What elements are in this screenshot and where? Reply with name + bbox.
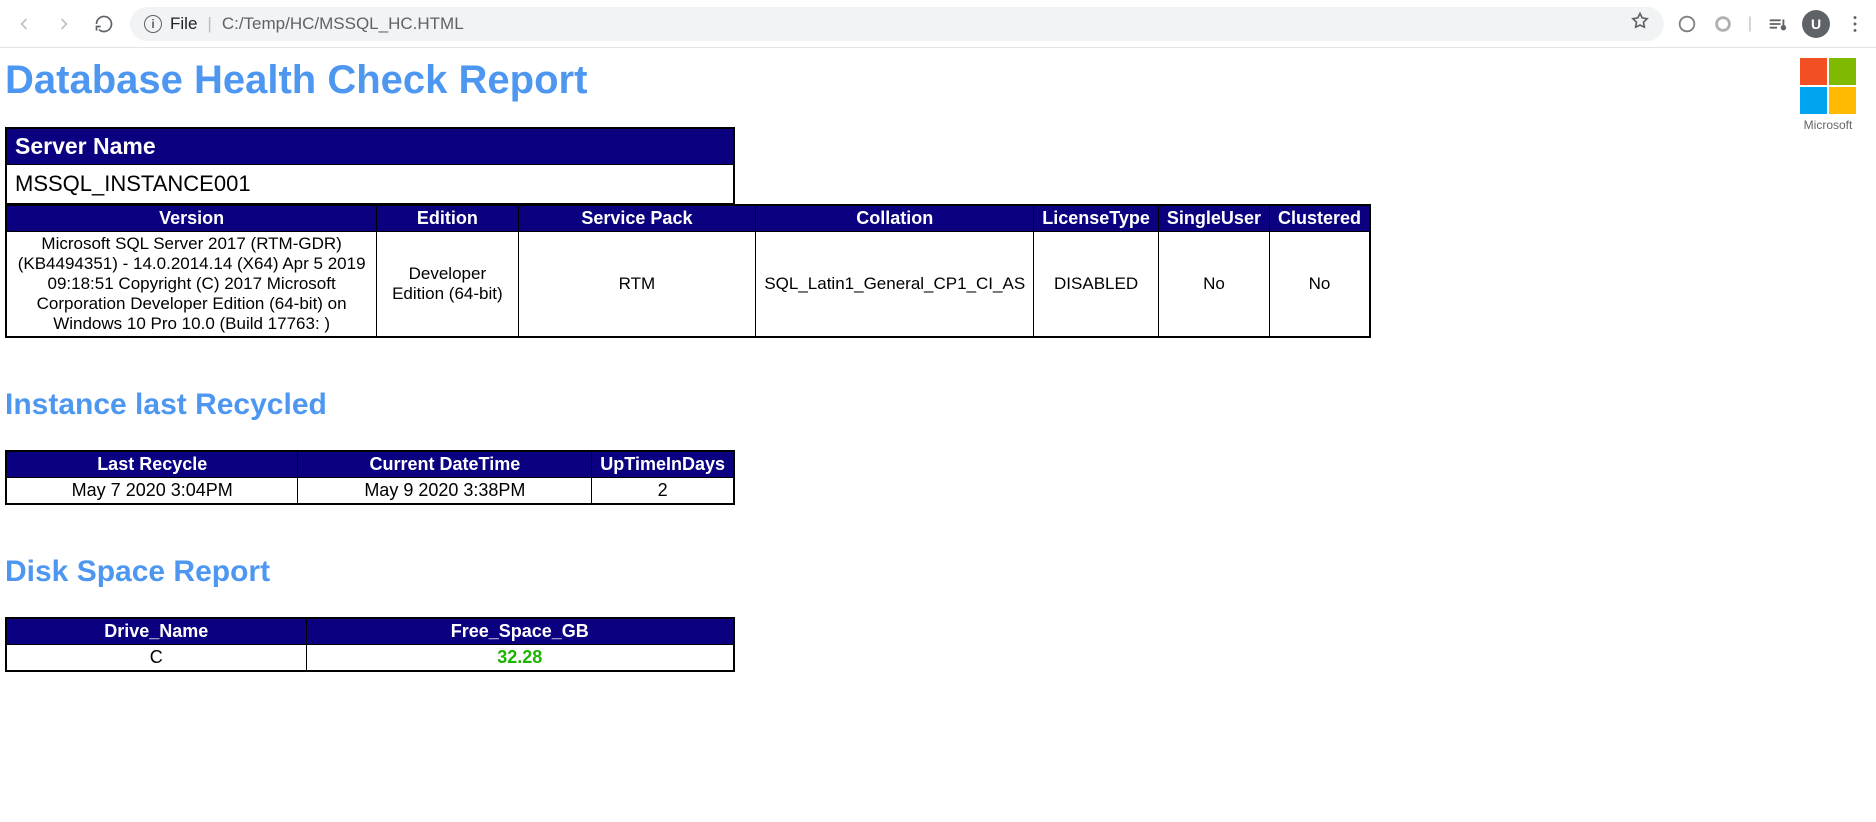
cell-license-type: DISABLED [1034,232,1159,338]
col-edition: Edition [377,205,518,232]
microsoft-logo: Microsoft [1800,58,1856,132]
server-name-value: MSSQL_INSTANCE001 [6,165,734,205]
page-title: Database Health Check Report [5,58,1871,103]
cell-edition: Developer Edition (64-bit) [377,232,518,338]
cell-free-space: 32.28 [306,645,734,672]
table-row: C 32.28 [6,645,734,672]
browser-toolbar: i File | C:/Temp/HC/MSSQL_HC.HTML | U [0,0,1876,48]
cell-single-user: No [1158,232,1269,338]
col-version: Version [6,205,377,232]
server-name-table: Server Name MSSQL_INSTANCE001 [5,127,735,205]
back-button[interactable] [10,10,38,38]
cell-clustered: No [1269,232,1370,338]
section-title-recycle: Instance last Recycled [5,388,1871,422]
col-free-space: Free_Space_GB [306,618,734,645]
disk-table: Drive_Name Free_Space_GB C 32.28 [5,617,735,672]
extension-icon-1[interactable] [1676,13,1698,35]
url-separator: | [207,14,211,34]
url-path: C:/Temp/HC/MSSQL_HC.HTML [222,14,464,34]
details-table: Version Edition Service Pack Collation L… [5,204,1371,338]
reload-button[interactable] [90,10,118,38]
address-bar[interactable]: i File | C:/Temp/HC/MSSQL_HC.HTML [130,7,1664,41]
col-clustered: Clustered [1269,205,1370,232]
cell-collation: SQL_Latin1_General_CP1_CI_AS [756,232,1034,338]
profile-avatar[interactable]: U [1802,10,1830,38]
col-single-user: SingleUser [1158,205,1269,232]
server-name-header: Server Name [6,128,734,165]
page-content: Microsoft Database Health Check Report S… [0,48,1876,712]
cell-last-recycle: May 7 2020 3:04PM [6,478,298,505]
col-uptime: UpTimeInDays [592,451,734,478]
col-collation: Collation [756,205,1034,232]
microsoft-logo-icon [1800,58,1856,114]
recycle-table: Last Recycle Current DateTime UpTimeInDa… [5,450,735,505]
col-drive-name: Drive_Name [6,618,306,645]
cell-drive-name: C [6,645,306,672]
col-license-type: LicenseType [1034,205,1159,232]
extension-icon-2[interactable] [1712,13,1734,35]
cell-uptime: 2 [592,478,734,505]
cell-service-pack: RTM [518,232,756,338]
kebab-menu-icon[interactable] [1844,13,1866,35]
info-icon: i [144,15,162,33]
url-scheme-label: File [170,14,197,34]
table-row: May 7 2020 3:04PM May 9 2020 3:38PM 2 [6,478,734,505]
col-service-pack: Service Pack [518,205,756,232]
col-last-recycle: Last Recycle [6,451,298,478]
bookmark-star-icon[interactable] [1630,11,1650,36]
cell-current-datetime: May 9 2020 3:38PM [298,478,592,505]
microsoft-logo-label: Microsoft [1800,118,1856,132]
media-control-icon[interactable] [1766,13,1788,35]
table-row: Microsoft SQL Server 2017 (RTM-GDR) (KB4… [6,232,1370,338]
col-current-datetime: Current DateTime [298,451,592,478]
cell-version: Microsoft SQL Server 2017 (RTM-GDR) (KB4… [6,232,377,338]
section-title-disk: Disk Space Report [5,555,1871,589]
forward-button[interactable] [50,10,78,38]
